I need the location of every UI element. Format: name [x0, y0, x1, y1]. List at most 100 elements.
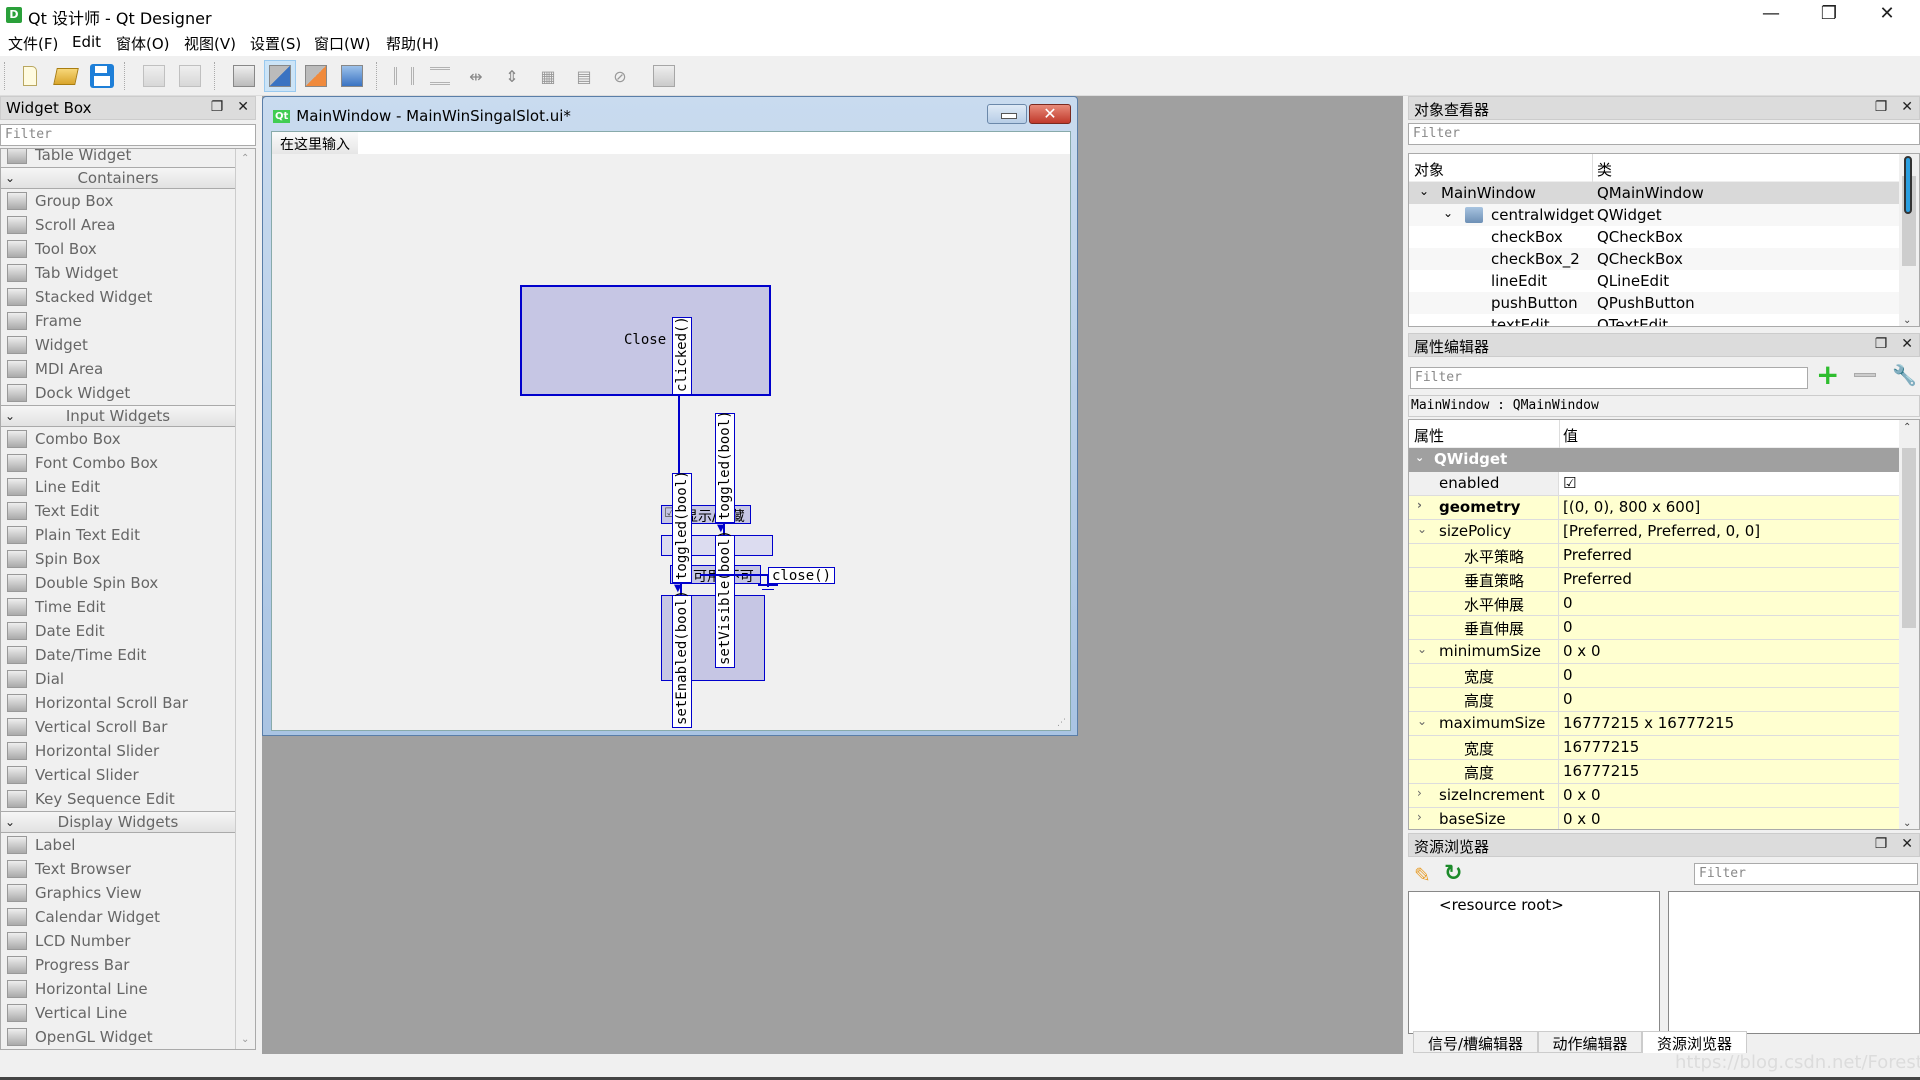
tab-resource-browser[interactable]: 资源浏览器: [1642, 1031, 1747, 1053]
save-button[interactable]: [86, 60, 118, 92]
float-icon[interactable]: ❐: [211, 99, 224, 115]
widget-box-item[interactable]: Label: [1, 833, 255, 857]
object-inspector-filter-input[interactable]: Filter: [1408, 123, 1920, 145]
set-visible-slot-label[interactable]: setVisible(bool): [715, 530, 735, 668]
layout-v-splitter-button[interactable]: ⇕: [496, 60, 528, 92]
widget-category-header[interactable]: ⌄ Display Widgets: [1, 811, 235, 833]
close-icon[interactable]: ✕: [237, 99, 249, 115]
remove-dynamic-property-button[interactable]: [1854, 373, 1876, 377]
property-value[interactable]: [(0, 0), 800 x 600]: [1563, 498, 1700, 516]
property-value[interactable]: 0 x 0: [1563, 642, 1601, 660]
object-tree-row[interactable]: pushButton QPushButton: [1409, 292, 1919, 314]
scroll-down-icon[interactable]: ⌄: [1903, 818, 1911, 829]
menu-settings[interactable]: 设置(S): [250, 33, 301, 54]
object-tree-row[interactable]: lineEdit QLineEdit: [1409, 270, 1919, 292]
bring-to-front-button[interactable]: [174, 60, 206, 92]
toolbar-handle[interactable]: [4, 62, 6, 90]
property-value[interactable]: 16777215 x 16777215: [1563, 714, 1734, 732]
layout-h-splitter-button[interactable]: ⇹: [460, 60, 492, 92]
send-to-back-button[interactable]: [138, 60, 170, 92]
widget-box-item[interactable]: Frame: [1, 309, 255, 333]
edit-buddies-button[interactable]: [300, 60, 332, 92]
property-value[interactable]: Preferred: [1563, 570, 1632, 588]
edit-tab-order-button[interactable]: [336, 60, 368, 92]
scroll-up-icon[interactable]: ⌃: [1903, 422, 1911, 433]
property-row[interactable]: ⌄ minimumSize 0 x 0: [1409, 640, 1919, 664]
widget-box-item[interactable]: Text Edit: [1, 499, 255, 523]
property-value[interactable]: 16777215: [1563, 762, 1639, 780]
property-filter-input[interactable]: Filter: [1410, 367, 1808, 389]
column-header-class[interactable]: 类: [1597, 159, 1612, 180]
object-tree-row[interactable]: ⌄ centralwidget QWidget: [1409, 204, 1919, 226]
widget-box-item[interactable]: Date Edit: [1, 619, 255, 643]
object-tree-row[interactable]: ⌄ MainWindow QMainWindow: [1409, 182, 1919, 204]
close-button[interactable]: ✕: [1858, 0, 1916, 30]
property-row[interactable]: enabled☑↶: [1409, 472, 1919, 496]
chevron-down-icon[interactable]: ⌄: [1443, 206, 1453, 220]
widget-box-filter-input[interactable]: Filter: [0, 124, 256, 146]
widget-box-item[interactable]: Graphics View: [1, 881, 255, 905]
float-icon[interactable]: ❐: [1875, 336, 1888, 352]
object-tree-row[interactable]: textEdit QTextEdit: [1409, 314, 1919, 326]
property-value[interactable]: [Preferred, Preferred, 0, 0]: [1563, 522, 1760, 540]
form-close-button[interactable]: ✕: [1029, 104, 1071, 124]
restore-button[interactable]: ❐: [1800, 0, 1858, 30]
widget-box-item[interactable]: Vertical Line: [1, 1001, 255, 1025]
widget-box-item[interactable]: Combo Box: [1, 427, 255, 451]
layout-horizontal-button[interactable]: [388, 60, 420, 92]
close-push-button[interactable]: Close: [520, 285, 771, 396]
widget-box-item[interactable]: Dock Widget: [1, 381, 255, 405]
widget-box-item[interactable]: Font Combo Box: [1, 451, 255, 475]
scroll-down-icon[interactable]: ⌄: [241, 1034, 249, 1045]
resource-filter-input[interactable]: Filter: [1694, 863, 1918, 885]
property-value[interactable]: 0: [1563, 666, 1573, 684]
property-row[interactable]: 水平伸展 0: [1409, 592, 1919, 616]
property-row[interactable]: 垂直策略 Preferred: [1409, 568, 1919, 592]
chevron-right-icon[interactable]: ›: [1417, 498, 1422, 512]
layout-vertical-button[interactable]: [424, 60, 456, 92]
widget-box-item[interactable]: Spin Box: [1, 547, 255, 571]
property-value[interactable]: Preferred: [1563, 546, 1632, 564]
widget-box-item[interactable]: Line Edit: [1, 475, 255, 499]
configure-wrench-button[interactable]: 🔧: [1892, 363, 1917, 387]
property-row[interactable]: ⌄ maximumSize 16777215 x 16777215: [1409, 712, 1919, 736]
widget-box-item[interactable]: MDI Area: [1, 357, 255, 381]
menu-form[interactable]: 窗体(O): [116, 33, 170, 54]
adjust-size-button[interactable]: [648, 60, 680, 92]
set-enabled-slot-label[interactable]: setEnabled(bool): [672, 590, 692, 728]
object-tree-row[interactable]: checkBox QCheckBox: [1409, 226, 1919, 248]
resource-root-item[interactable]: <resource root>: [1439, 896, 1564, 914]
property-row[interactable]: › baseSize 0 x 0: [1409, 808, 1919, 829]
menu-file[interactable]: 文件(F): [8, 33, 58, 54]
widget-box-item[interactable]: Progress Bar: [1, 953, 255, 977]
property-row[interactable]: 垂直伸展 0: [1409, 616, 1919, 640]
layout-grid-button[interactable]: ▦: [532, 60, 564, 92]
tab-signal-slot-editor[interactable]: 信号/槽编辑器: [1413, 1031, 1538, 1053]
chevron-right-icon[interactable]: ›: [1417, 786, 1422, 800]
tab-action-editor[interactable]: 动作编辑器: [1538, 1031, 1642, 1053]
widget-box-item[interactable]: Key Sequence Edit: [1, 787, 255, 811]
minimize-button[interactable]: —: [1742, 0, 1800, 30]
column-header-object[interactable]: 对象: [1414, 159, 1444, 180]
widget-box-item[interactable]: Group Box: [1, 189, 255, 213]
object-tree-scrollbar[interactable]: ⌄: [1899, 154, 1919, 326]
widget-box-scrollbar[interactable]: ⌃ ⌄: [235, 149, 255, 1049]
property-value[interactable]: 0 x 0: [1563, 810, 1601, 828]
menu-help[interactable]: 帮助(H): [386, 33, 439, 54]
property-row[interactable]: › sizeIncrement 0 x 0: [1409, 784, 1919, 808]
widget-box-item[interactable]: Dial: [1, 667, 255, 691]
form-minimize-button[interactable]: [987, 104, 1027, 124]
widget-box-item[interactable]: Text Browser: [1, 857, 255, 881]
float-icon[interactable]: ❐: [1875, 99, 1888, 115]
widget-box-item[interactable]: OpenGL Widget: [1, 1025, 255, 1049]
add-dynamic-property-button[interactable]: +: [1816, 361, 1839, 389]
toggled-signal-label-2[interactable]: toggled(bool): [715, 410, 735, 523]
float-icon[interactable]: ❐: [1875, 836, 1888, 852]
form-menu-placeholder[interactable]: 在这里输入: [272, 132, 358, 154]
edit-widgets-button[interactable]: [228, 60, 260, 92]
close-icon[interactable]: ✕: [1901, 336, 1913, 352]
property-value[interactable]: 16777215: [1563, 738, 1639, 756]
property-row[interactable]: › geometry [(0, 0), 800 x 600]: [1409, 496, 1919, 520]
widget-box-item[interactable]: Widget: [1, 333, 255, 357]
widget-box-item[interactable]: Time Edit: [1, 595, 255, 619]
